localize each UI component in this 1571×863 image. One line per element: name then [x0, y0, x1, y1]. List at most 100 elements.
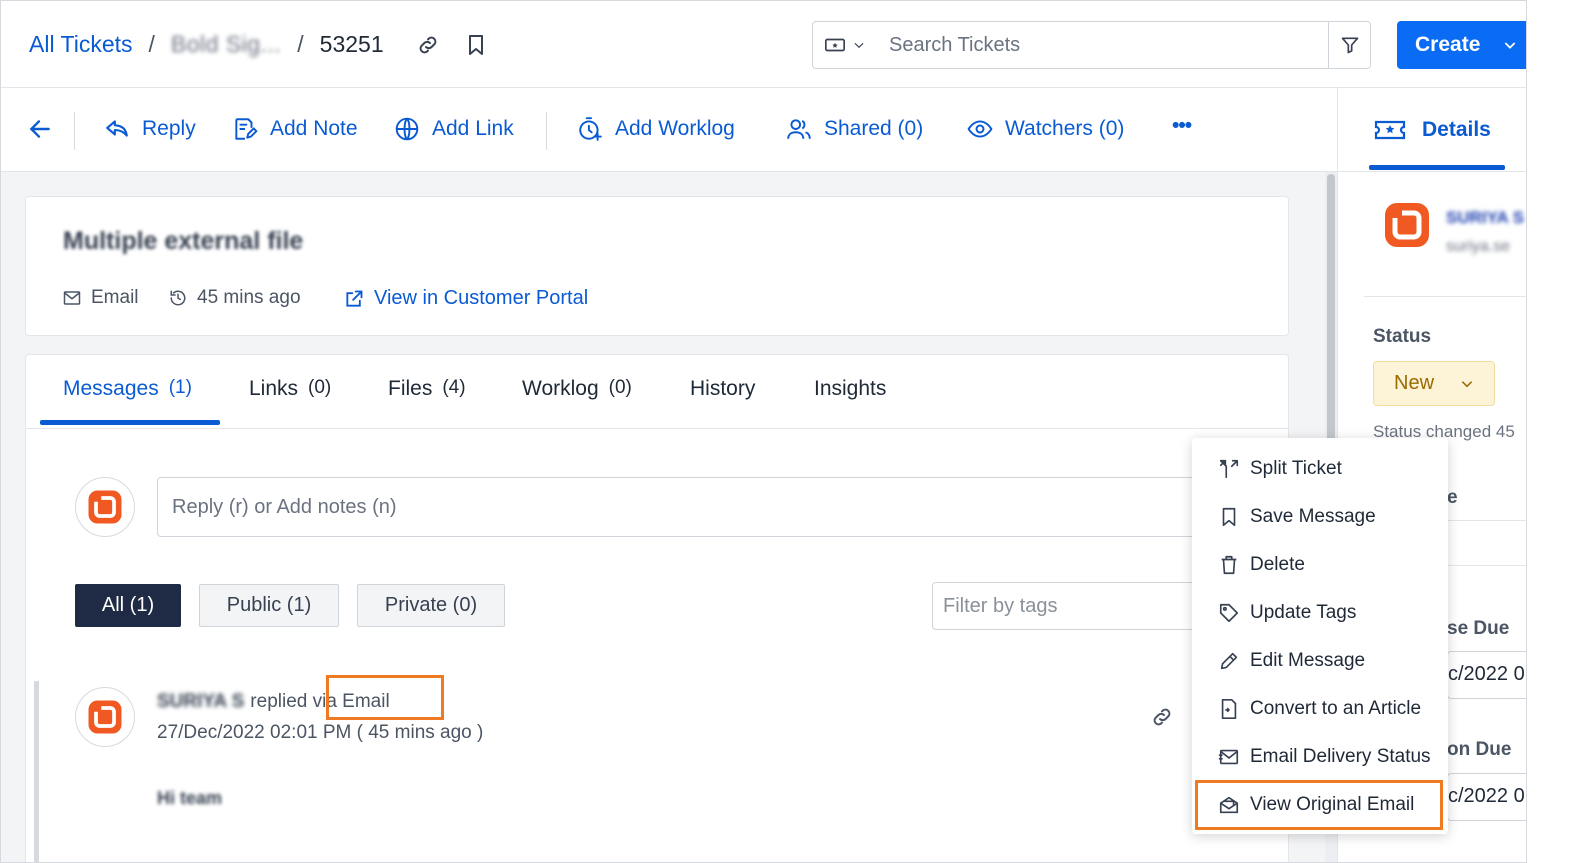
- tag-icon: [1219, 603, 1239, 623]
- response-due-label: se Due: [1447, 618, 1510, 639]
- external-link-icon: [346, 290, 363, 307]
- tab-label: Files: [388, 377, 433, 400]
- shared-label: Shared (0): [824, 117, 924, 140]
- tab-label: Insights: [814, 377, 887, 400]
- tab-links[interactable]: Links (0): [249, 377, 331, 401]
- requester-email: suriya.se: [1446, 238, 1511, 255]
- requester-avatar-logo: [1385, 203, 1429, 247]
- message-thread-bar: [34, 681, 39, 862]
- timer-icon: [579, 117, 602, 141]
- search-type-dropdown[interactable]: [813, 22, 877, 68]
- tab-messages[interactable]: Messages (1): [63, 377, 192, 401]
- filter-private-button[interactable]: Private (0): [357, 584, 505, 627]
- bookmark-icon: [1222, 507, 1236, 527]
- add-link-button[interactable]: Add Link: [394, 116, 514, 142]
- avatar: [75, 477, 135, 537]
- menu-item-split-ticket[interactable]: Split Ticket: [1192, 447, 1448, 491]
- brand-logo-icon: [88, 490, 122, 524]
- note-edit-icon: [235, 118, 258, 140]
- tab-count: (1): [168, 377, 192, 398]
- search-filter-button[interactable]: [1328, 22, 1370, 68]
- menu-item-edit-message[interactable]: Edit Message: [1192, 639, 1448, 683]
- tab-insights[interactable]: Insights: [814, 377, 886, 401]
- reply-button[interactable]: Reply: [104, 116, 196, 142]
- view-in-portal-link[interactable]: View in Customer Portal: [344, 287, 588, 310]
- divider: [1364, 296, 1526, 297]
- bookmark-icon[interactable]: [464, 33, 488, 57]
- more-actions-button[interactable]: •••: [1172, 114, 1192, 138]
- tab-details[interactable]: Details: [1374, 116, 1491, 144]
- ticket-star-icon: [1374, 120, 1406, 140]
- search-input[interactable]: [877, 33, 1328, 57]
- status-dropdown[interactable]: New: [1373, 361, 1495, 406]
- menu-item-label: Edit Message: [1250, 650, 1366, 671]
- toolbar-divider: [546, 112, 547, 150]
- add-worklog-button[interactable]: Add Worklog: [577, 116, 735, 142]
- watchers-label: Watchers (0): [1005, 117, 1125, 140]
- resolution-due-label: on Due: [1447, 739, 1512, 760]
- copy-link-icon[interactable]: [416, 33, 440, 57]
- reply-input[interactable]: [157, 477, 1237, 537]
- avatar: [75, 687, 135, 747]
- ticket-icon: [825, 38, 845, 52]
- top-bar: All Tickets / Bold Sig... / 53251 Create: [1, 1, 1526, 88]
- message-body: Hi team: [157, 788, 223, 808]
- create-button[interactable]: Create: [1397, 21, 1526, 69]
- message-author[interactable]: SURIYA S: [157, 691, 244, 713]
- ticket-main-area: Multiple external file Email 45 mins ago…: [1, 172, 1337, 862]
- field-label: e: [1447, 487, 1458, 508]
- view-in-portal-label: View in Customer Portal: [374, 287, 589, 309]
- menu-item-update-tags[interactable]: Update Tags: [1192, 591, 1448, 635]
- tab-files[interactable]: Files (4): [388, 377, 466, 401]
- filter-by-tags-input[interactable]: [932, 582, 1232, 630]
- ticket-created: 45 mins ago: [169, 287, 301, 309]
- add-link-label: Add Link: [432, 117, 514, 140]
- shared-button[interactable]: Shared (0): [786, 116, 923, 142]
- brand-logo-icon: [88, 700, 122, 734]
- pencil-icon: [1220, 652, 1238, 670]
- back-button[interactable]: [27, 116, 53, 142]
- tab-history[interactable]: History: [690, 377, 755, 401]
- ticket-toolbar: Reply Add Note Add Link Add Worklog Shar…: [1, 88, 1337, 172]
- filter-all-button[interactable]: All (1): [75, 584, 181, 627]
- ticket-title: Multiple external file: [63, 227, 304, 255]
- scrollbar-thumb[interactable]: [1327, 174, 1335, 464]
- breadcrumb-project[interactable]: Bold Sig...: [171, 31, 281, 58]
- filter-icon: [1341, 37, 1358, 54]
- menu-item-label: Save Message: [1250, 506, 1376, 527]
- menu-item-save-message[interactable]: Save Message: [1192, 495, 1448, 539]
- menu-item-label: Convert to an Article: [1250, 698, 1422, 719]
- app-window: All Tickets / Bold Sig... / 53251 Create: [0, 0, 1527, 863]
- filter-public-button[interactable]: Public (1): [199, 584, 339, 627]
- menu-item-email-delivery-status[interactable]: Email Delivery Status: [1192, 735, 1448, 779]
- menu-item-convert-article[interactable]: Convert to an Article: [1192, 687, 1448, 731]
- reply-label: Reply: [142, 117, 196, 140]
- mail-icon: [63, 291, 81, 305]
- annotation-highlight-view-original: [1195, 780, 1443, 830]
- resolution-due-field[interactable]: c/2022 0: [1447, 773, 1526, 821]
- ticket-header-card: Multiple external file Email 45 mins ago…: [25, 196, 1289, 336]
- divider: [26, 428, 1288, 429]
- message-link-icon[interactable]: [1150, 705, 1174, 729]
- users-icon: [787, 119, 811, 139]
- menu-item-label: Email Delivery Status: [1250, 746, 1431, 767]
- add-note-label: Add Note: [270, 117, 358, 140]
- breadcrumb-all-tickets[interactable]: All Tickets: [29, 31, 133, 58]
- messages-card: Messages (1) Links (0) Files (4) Worklog (0)…: [25, 354, 1289, 862]
- watchers-button[interactable]: Watchers (0): [967, 116, 1124, 142]
- email-status-icon: [1218, 749, 1239, 765]
- ticket-channel: Email: [63, 287, 139, 309]
- tab-worklog[interactable]: Worklog (0): [522, 377, 632, 401]
- menu-item-delete[interactable]: Delete: [1192, 543, 1448, 587]
- status-value: New: [1394, 372, 1435, 394]
- menu-item-label: Update Tags: [1250, 602, 1357, 623]
- breadcrumb-ticket-id: 53251: [319, 31, 384, 57]
- more-icon: •••: [1172, 114, 1192, 137]
- requester-name[interactable]: SURIYA S: [1446, 208, 1524, 228]
- divider: [1447, 565, 1526, 566]
- message-timestamp: 27/Dec/2022 02:01 PM ( 45 mins ago ): [157, 722, 484, 743]
- history-icon: [170, 290, 186, 306]
- add-note-button[interactable]: Add Note: [232, 116, 358, 142]
- response-due-field[interactable]: c/2022 0: [1447, 651, 1526, 699]
- add-worklog-label: Add Worklog: [615, 117, 735, 140]
